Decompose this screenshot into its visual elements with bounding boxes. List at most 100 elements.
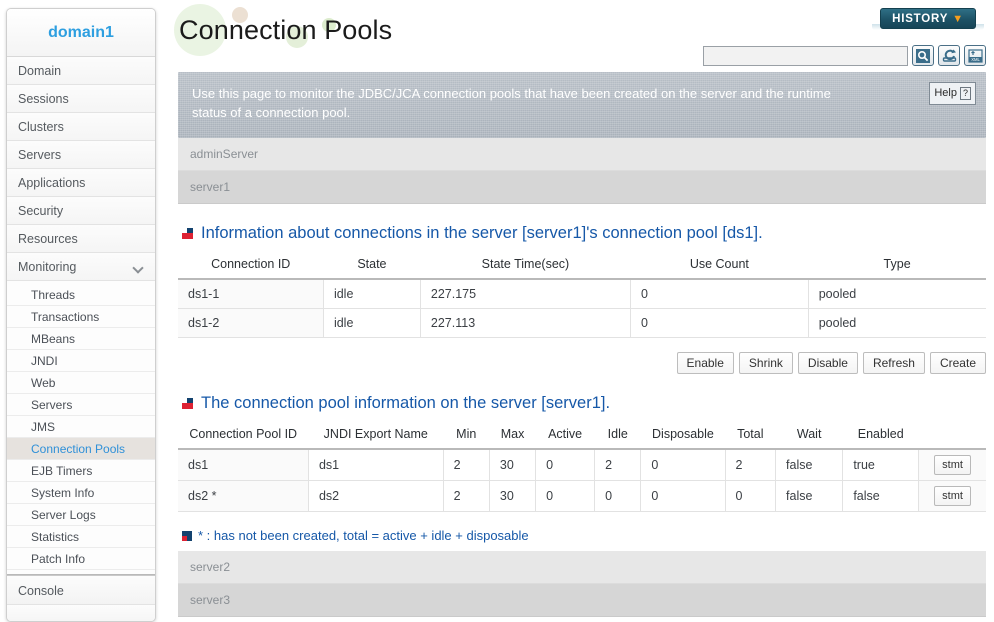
sidebar-subitem-transactions[interactable]: Transactions (7, 306, 155, 328)
sidebar-item-label: Security (18, 204, 64, 218)
sidebar-item-label: Domain (18, 64, 62, 78)
svg-text:XML: XML (971, 57, 980, 62)
title-bar: Connection Pools HISTORY ▼ XML (170, 0, 994, 66)
footnote-text: * : has not been created, total = active… (198, 528, 529, 543)
column-header: Total (725, 422, 776, 450)
sidebar-subitem-label: Transactions (31, 310, 100, 324)
sidebar-subitem-label: Connection Pools (31, 442, 126, 456)
xml-export-button[interactable]: XML (964, 45, 986, 66)
sidebar-item-clusters[interactable]: Clusters (7, 113, 155, 141)
sidebar-subitem-system-info[interactable]: System Info (7, 482, 155, 504)
domain-title[interactable]: domain1 (7, 9, 155, 57)
column-header: Max (489, 422, 536, 450)
server-list-top: adminServer server1 (178, 138, 986, 204)
sidebar-subitem-statistics[interactable]: Statistics (7, 526, 155, 548)
enable-button[interactable]: Enable (676, 352, 734, 374)
sidebar-item-resources[interactable]: Resources (7, 225, 155, 253)
server-row-adminServer[interactable]: adminServer (178, 138, 986, 171)
table-cell: true (842, 448, 920, 481)
sidebar-item-monitoring[interactable]: Monitoring (7, 253, 155, 281)
refresh-button[interactable] (938, 45, 960, 66)
disable-button[interactable]: Disable (797, 352, 858, 374)
sidebar-item-domain[interactable]: Domain (7, 57, 155, 85)
chevron-down-icon: ▼ (952, 13, 964, 25)
page-root: domain1 Domain Sessions Clusters Servers App… (0, 0, 994, 622)
table-cell: 0 (640, 448, 726, 481)
table-cell: ds1-2 (178, 308, 324, 338)
server-row-label: server1 (190, 180, 231, 194)
sidebar-subitem-label: Server Logs (31, 508, 96, 522)
column-header: Idle (594, 422, 641, 450)
table-cell: 0 (535, 480, 596, 512)
sidebar-subitem-label: Servers (31, 398, 73, 412)
stmt-cell: stmt (918, 480, 986, 512)
table-cell: false (775, 448, 844, 481)
sidebar-item-servers[interactable]: Servers (7, 141, 155, 169)
table-cell: 227.113 (420, 308, 631, 338)
sidebar-subitem-label: System Info (31, 486, 95, 500)
sidebar-subnav: Threads Transactions MBeans JNDI Web Servers J… (7, 281, 155, 575)
table-row: ds1-1 idle 227.175 0 pooled (178, 278, 986, 309)
shrink-button[interactable]: Shrink (738, 352, 793, 374)
table-row: ds1 ds1 2 30 0 2 0 2 false true stmt (178, 448, 986, 481)
sidebar-subitem-ejb-timers[interactable]: EJB Timers (7, 460, 155, 482)
sidebar-item-sessions[interactable]: Sessions (7, 85, 155, 113)
help-button[interactable]: Help? (929, 82, 976, 105)
table-cell: 0 (725, 480, 777, 512)
stmt-button[interactable]: stmt (934, 486, 971, 506)
table-cell: 2 (725, 448, 777, 481)
stmt-cell: stmt (918, 448, 986, 481)
sidebar-item-label: Servers (18, 148, 62, 162)
table-cell: ds1-1 (178, 278, 324, 309)
sidebar-subitem-connection-pools[interactable]: Connection Pools (7, 438, 155, 460)
sidebar-subitem-threads[interactable]: Threads (7, 284, 155, 306)
table-cell: idle (323, 308, 421, 338)
search-input[interactable] (703, 45, 908, 66)
column-header: JNDI Export Name (308, 422, 444, 450)
search-icon (916, 48, 930, 63)
stmt-button[interactable]: stmt (934, 455, 971, 475)
search-button[interactable] (912, 45, 934, 66)
connections-table: Connection ID State State Time(sec) Use Cou… (178, 252, 986, 338)
sidebar-subitem-web[interactable]: Web (7, 372, 155, 394)
refresh-button[interactable]: Refresh (862, 352, 925, 374)
content: Use this page to monitor the JDBC/JCA co… (178, 72, 986, 617)
history-button[interactable]: HISTORY ▼ (880, 8, 976, 29)
sidebar-item-label: Monitoring (18, 260, 77, 274)
section-heading-connections: Information about connections in the ser… (182, 224, 986, 243)
footnote: * : has not been created, total = active… (182, 528, 986, 543)
sidebar-subitem-server-logs[interactable]: Server Logs (7, 504, 155, 526)
column-header: State Time(sec) (420, 252, 631, 280)
table-cell: 0 (630, 308, 809, 338)
sidebar-subitem-servers[interactable]: Servers (7, 394, 155, 416)
table-cell: pooled (808, 308, 986, 338)
create-button[interactable]: Create (929, 352, 986, 374)
column-header: Wait (775, 422, 843, 450)
table-cell: 0 (640, 480, 726, 512)
sidebar-subitem-label: Patch Info (31, 552, 86, 566)
server-list-bottom: server2 server3 (178, 551, 986, 617)
column-header: Type (808, 252, 986, 280)
search-bar: XML (703, 45, 986, 66)
table-cell: false (775, 480, 844, 512)
server-row-server1[interactable]: server1 (178, 171, 986, 204)
sidebar-item-security[interactable]: Security (7, 197, 155, 225)
table-cell: 227.175 (420, 278, 631, 309)
sidebar-subitem-jms[interactable]: JMS (7, 416, 155, 438)
server-row-server3[interactable]: server3 (178, 584, 986, 617)
sidebar-subitem-label: MBeans (31, 332, 76, 346)
table-cell: 30 (489, 448, 537, 481)
server-row-server2[interactable]: server2 (178, 551, 986, 584)
sidebar-subitem-mbeans[interactable]: MBeans (7, 328, 155, 350)
table-cell: false (842, 480, 920, 512)
pools-table: Connection Pool ID JNDI Export Name Min Max… (178, 422, 986, 512)
sidebar-item-console[interactable]: Console (7, 575, 155, 605)
sidebar-item-applications[interactable]: Applications (7, 169, 155, 197)
column-header: Use Count (630, 252, 809, 280)
info-banner: Use this page to monitor the JDBC/JCA co… (178, 72, 986, 138)
sidebar-item-partial[interactable] (7, 605, 155, 621)
sidebar: domain1 Domain Sessions Clusters Servers App… (6, 8, 156, 622)
table-cell: 2 (443, 448, 490, 481)
sidebar-subitem-jndi[interactable]: JNDI (7, 350, 155, 372)
sidebar-subitem-patch-info[interactable]: Patch Info (7, 548, 155, 570)
